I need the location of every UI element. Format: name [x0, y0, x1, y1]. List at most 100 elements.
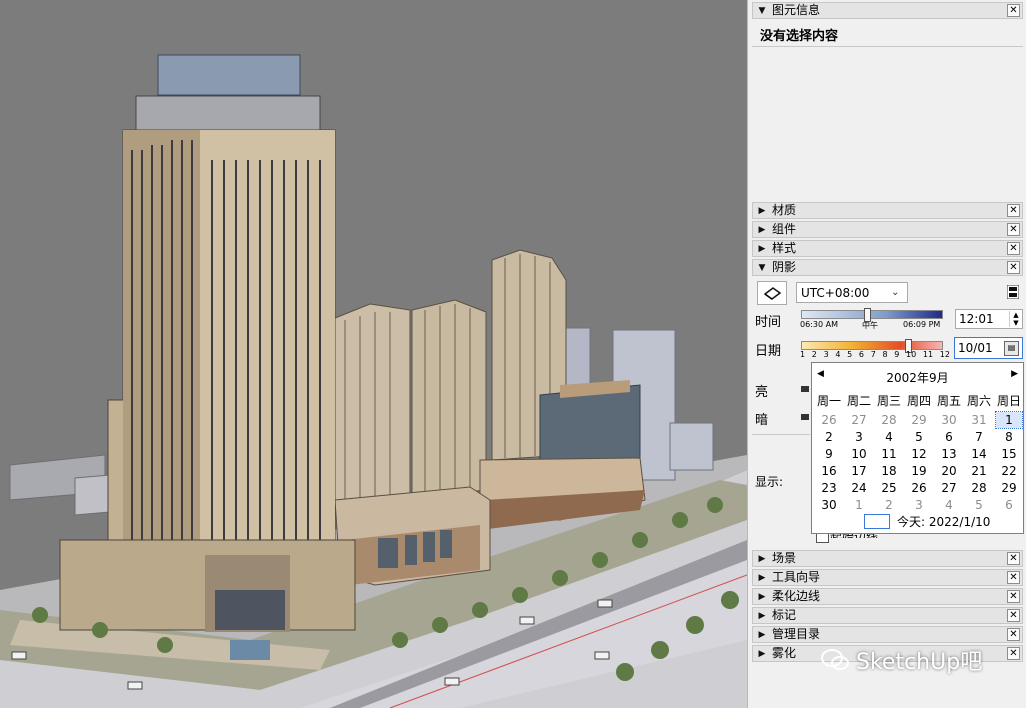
light-slider-thumb[interactable] [801, 386, 809, 392]
date-tick: 5 [847, 350, 853, 359]
close-icon[interactable]: ✕ [1007, 609, 1020, 622]
light-label: 亮 [755, 385, 769, 400]
close-icon[interactable]: ✕ [1007, 590, 1020, 603]
expanded-triangle-icon: ▼ [758, 262, 766, 273]
weekday-header: 周六 [966, 394, 991, 408]
date-picker-popup[interactable]: ◀ 2002年9月 ▶ 周一 周二 周三 周四 周五 周六 周日 26 27 28 29 30 31 1 2… [811, 362, 1024, 534]
panel-styles-header[interactable]: ▶ 样式 ✕ [752, 240, 1023, 257]
dark-slider-thumb[interactable] [801, 414, 809, 420]
calendar-day[interactable]: 28 [964, 480, 994, 496]
calendar-day[interactable]: 30 [934, 412, 964, 428]
calendar-day[interactable]: 15 [994, 446, 1024, 462]
watermark: SketchUp吧 [820, 644, 982, 676]
calendar-day[interactable]: 1 [844, 497, 874, 513]
calendar-day[interactable]: 3 [844, 429, 874, 445]
calendar-day[interactable]: 14 [964, 446, 994, 462]
time-slider-track[interactable] [801, 310, 943, 319]
calendar-day[interactable]: 2 [814, 429, 844, 445]
panel-title: 场景 [772, 551, 797, 565]
panel-manage-trays-header[interactable]: ▶ 管理目录 ✕ [752, 626, 1023, 643]
timezone-select[interactable]: UTC+08:00 ⌄ [796, 282, 908, 303]
calendar-day[interactable]: 21 [964, 463, 994, 479]
calendar-day[interactable]: 8 [994, 429, 1024, 445]
panel-components-header[interactable]: ▶ 组件 ✕ [752, 221, 1023, 238]
weekday-header: 周二 [846, 394, 871, 408]
calendar-day[interactable]: 31 [964, 412, 994, 428]
spinner-icon[interactable]: ▲ ▼ [1009, 311, 1022, 327]
calendar-day[interactable]: 7 [964, 429, 994, 445]
calendar-day[interactable]: 29 [994, 480, 1024, 496]
calendar-day[interactable]: 9 [814, 446, 844, 462]
calendar-day[interactable]: 27 [934, 480, 964, 496]
model-viewport[interactable] [0, 0, 747, 708]
calendar-day[interactable]: 11 [874, 446, 904, 462]
date-slider-track[interactable] [801, 341, 943, 350]
close-icon[interactable]: ✕ [1007, 242, 1020, 255]
close-icon[interactable]: ✕ [1007, 261, 1020, 274]
expand-details-icon[interactable] [1006, 284, 1020, 300]
calendar-day[interactable]: 22 [994, 463, 1024, 479]
panel-title: 组件 [772, 222, 797, 236]
calendar-day[interactable]: 16 [814, 463, 844, 479]
calendar-header: ◀ 2002年9月 ▶ [812, 369, 1023, 385]
next-month-icon[interactable]: ▶ [1011, 369, 1018, 379]
calendar-day[interactable]: 19 [904, 463, 934, 479]
panel-scenes-header[interactable]: ▶ 场景 ✕ [752, 550, 1023, 567]
date-tick: 11 [922, 350, 934, 359]
close-icon[interactable]: ✕ [1007, 4, 1020, 17]
calendar-day[interactable]: 26 [904, 480, 934, 496]
calendar-day[interactable]: 6 [994, 497, 1024, 513]
panel-tags-header[interactable]: ▶ 标记 ✕ [752, 607, 1023, 624]
calendar-day[interactable]: 3 [904, 497, 934, 513]
close-icon[interactable]: ✕ [1007, 204, 1020, 217]
close-icon[interactable]: ✕ [1007, 223, 1020, 236]
panel-title: 柔化边线 [772, 589, 821, 603]
date-tick: 9 [894, 350, 900, 359]
panel-instructor-header[interactable]: ▶ 工具向导 ✕ [752, 569, 1023, 586]
date-field[interactable]: 10/01 ▤ [954, 337, 1023, 359]
calendar-day[interactable]: 10 [844, 446, 874, 462]
calendar-day[interactable]: 23 [814, 480, 844, 496]
date-tick: 4 [835, 350, 841, 359]
panel-title: 标记 [772, 608, 797, 622]
calendar-day[interactable]: 4 [874, 429, 904, 445]
calendar-day[interactable]: 12 [904, 446, 934, 462]
calendar-day[interactable]: 28 [874, 412, 904, 428]
calendar-day[interactable]: 6 [934, 429, 964, 445]
calendar-day[interactable]: 30 [814, 497, 844, 513]
calendar-day[interactable]: 2 [874, 497, 904, 513]
panel-soften-edges-header[interactable]: ▶ 柔化边线 ✕ [752, 588, 1023, 605]
calendar-day[interactable]: 20 [934, 463, 964, 479]
today-label[interactable]: 今天: 2022/1/10 [897, 513, 990, 530]
time-end-label: 06:09 PM [903, 320, 941, 329]
weekday-header: 周四 [906, 394, 931, 408]
calendar-day[interactable]: 24 [844, 480, 874, 496]
calendar-day[interactable]: 5 [904, 429, 934, 445]
calendar-day[interactable]: 13 [934, 446, 964, 462]
date-tick-labels: 1 2 3 4 5 6 7 8 9 10 11 12 [800, 350, 950, 359]
calendar-day[interactable]: 5 [964, 497, 994, 513]
close-icon[interactable]: ✕ [1007, 571, 1020, 584]
calendar-day[interactable]: 1 [995, 411, 1023, 429]
toggle-shadows-button[interactable] [757, 281, 787, 305]
calendar-icon[interactable]: ▤ [1004, 340, 1019, 356]
calendar-day[interactable]: 27 [844, 412, 874, 428]
panel-title: 阴影 [772, 260, 797, 274]
calendar-day[interactable]: 25 [874, 480, 904, 496]
divider [752, 46, 1023, 47]
calendar-month-title: 2002年9月 [886, 371, 949, 385]
close-icon[interactable]: ✕ [1007, 552, 1020, 565]
calendar-day[interactable]: 17 [844, 463, 874, 479]
time-field[interactable]: 12:01 ▲ ▼ [955, 309, 1023, 329]
panel-entity-info-header[interactable]: ▼ 图元信息 ✕ [752, 2, 1023, 19]
close-icon[interactable]: ✕ [1007, 647, 1020, 660]
calendar-day[interactable]: 26 [814, 412, 844, 428]
calendar-day[interactable]: 18 [874, 463, 904, 479]
calendar-day[interactable]: 4 [934, 497, 964, 513]
date-tick: 8 [882, 350, 888, 359]
panel-shadows-header[interactable]: ▼ 阴影 ✕ [752, 259, 1023, 276]
close-icon[interactable]: ✕ [1007, 628, 1020, 641]
weekday-header: 周一 [816, 394, 841, 408]
panel-materials-header[interactable]: ▶ 材质 ✕ [752, 202, 1023, 219]
calendar-day[interactable]: 29 [904, 412, 934, 428]
